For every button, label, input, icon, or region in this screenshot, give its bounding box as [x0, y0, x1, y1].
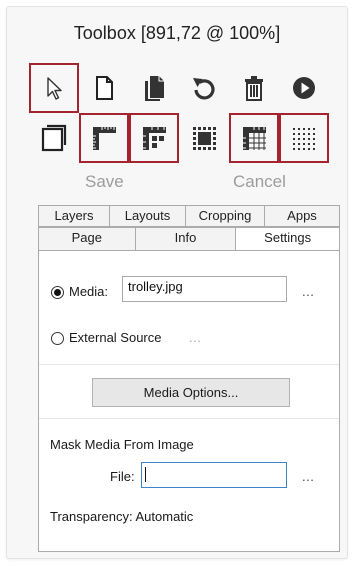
tab-row-top: Layers Layouts Cropping Apps — [38, 205, 340, 227]
duplicate-page-icon — [41, 124, 67, 152]
tab-apps[interactable]: Apps — [264, 205, 340, 227]
pointer-tool-button[interactable] — [29, 63, 79, 113]
undo-button[interactable] — [179, 63, 229, 113]
external-source-browse-button[interactable]: ... — [189, 330, 201, 345]
selection-frame-button[interactable] — [179, 113, 229, 163]
tab-settings[interactable]: Settings — [235, 227, 340, 251]
media-browse-button[interactable]: ... — [302, 284, 314, 299]
pointer-icon — [47, 77, 62, 100]
dotted-square-icon — [193, 127, 216, 150]
tab-layouts[interactable]: Layouts — [109, 205, 186, 227]
ruler-corner-icon — [93, 127, 116, 150]
divider — [39, 418, 339, 419]
snap-grid-button[interactable] — [279, 113, 329, 163]
media-input[interactable]: trolley.jpg — [122, 276, 287, 302]
grid-button[interactable] — [229, 113, 279, 163]
external-source-radio[interactable] — [51, 332, 64, 345]
toolbox-panel: Toolbox [891,72 @ 100%] Save Cancel Laye… — [6, 6, 348, 559]
play-icon — [293, 77, 315, 99]
guides-button[interactable] — [129, 113, 179, 163]
external-source-label: External Source — [69, 330, 162, 345]
tab-layers[interactable]: Layers — [38, 205, 110, 227]
duplicate-page-button[interactable] — [29, 113, 79, 163]
copy-icon — [145, 76, 164, 101]
tab-info[interactable]: Info — [134, 227, 237, 251]
tab-page[interactable]: Page — [38, 227, 136, 251]
tab-cropping[interactable]: Cropping — [185, 205, 265, 227]
divider — [39, 364, 339, 365]
tab-row-bottom: Page Info Settings — [38, 227, 340, 251]
ruler-grid-icon — [143, 127, 166, 150]
file-label: File: — [110, 469, 135, 484]
file-browse-button[interactable]: ... — [302, 469, 314, 484]
rulers-button[interactable] — [79, 113, 129, 163]
media-options-button[interactable]: Media Options... — [92, 378, 290, 407]
cancel-button[interactable]: Cancel — [233, 172, 286, 192]
settings-panel: Media: trolley.jpg ... External Source .… — [38, 250, 340, 552]
delete-button[interactable] — [229, 63, 279, 113]
mask-heading: Mask Media From Image — [50, 437, 194, 452]
media-label: Media: — [69, 284, 109, 299]
copy-page-button[interactable] — [129, 63, 179, 113]
dot-grid-icon — [293, 128, 315, 150]
media-radio[interactable] — [51, 286, 64, 299]
transparency-label: Transparency: Automatic — [50, 509, 194, 524]
file-input[interactable] — [141, 462, 287, 488]
trash-icon — [245, 76, 263, 101]
text-caret — [145, 467, 146, 482]
save-button[interactable]: Save — [85, 172, 124, 192]
window-title: Toolbox [891,72 @ 100%] — [73, 23, 281, 43]
grid-ruler-icon — [243, 127, 266, 150]
new-page-button[interactable] — [79, 63, 129, 113]
play-button[interactable] — [279, 63, 329, 113]
new-page-icon — [96, 76, 113, 100]
undo-icon — [193, 78, 215, 100]
